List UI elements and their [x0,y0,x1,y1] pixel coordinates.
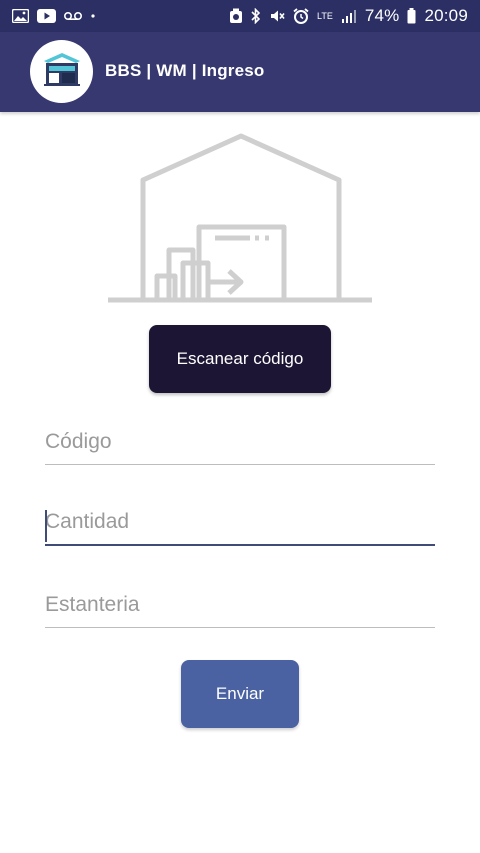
text-cursor [45,510,47,542]
mute-icon [269,8,285,24]
alarm-icon [293,8,309,24]
quantity-input[interactable] [45,506,435,546]
signal-icon [341,9,357,23]
clock: 20:09 [424,6,468,25]
youtube-icon [37,9,56,23]
code-input[interactable] [45,425,435,465]
status-left [12,9,96,23]
voicemail-icon [64,11,82,21]
warehouse-illustration [105,130,375,310]
shelf-input[interactable] [45,588,435,628]
alarm-clock-icon [229,8,243,24]
scan-code-button[interactable]: Escanear código [149,325,331,393]
lte-icon: LTE [316,10,333,21]
screen: LTE 74% 20:09 BBS | WM | Ingreso Escanea… [0,0,480,853]
send-button[interactable]: Enviar [181,660,299,728]
dot-icon [90,13,96,19]
status-bar: LTE 74% 20:09 [0,0,480,32]
warehouse-boxes-icon [108,133,372,303]
battery-icon [407,8,416,24]
bluetooth-icon [251,8,261,24]
battery-percent: 74% [364,6,400,25]
image-icon [12,9,29,23]
app-title: BBS | WM | Ingreso [105,61,265,80]
warehouse-logo-icon [40,49,84,94]
app-logo [30,40,93,103]
status-right: LTE 74% 20:09 [229,6,468,26]
app-bar: BBS | WM | Ingreso [0,32,480,112]
